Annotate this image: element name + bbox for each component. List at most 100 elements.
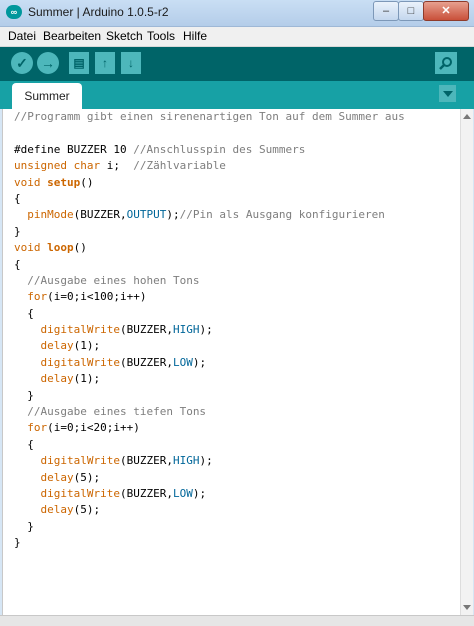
menu-sketch[interactable]: Sketch	[106, 29, 143, 43]
code-token: (1);	[73, 339, 101, 353]
code-token: delay	[40, 470, 74, 484]
code-token: );	[166, 208, 180, 222]
save-button[interactable]: ↓	[121, 52, 141, 74]
code-line: digitalWrite(BUZZER,HIGH);	[14, 453, 405, 469]
code-line: {	[14, 437, 405, 453]
code-token: (i=0;i<20;i++)	[47, 421, 140, 435]
toolbar: ✓ → ▤ ↑ ↓	[0, 47, 474, 81]
code-token: loop	[47, 241, 74, 255]
vertical-scrollbar[interactable]	[460, 109, 473, 615]
code-token: (BUZZER,	[119, 486, 173, 500]
code-line: }	[14, 388, 405, 404]
code-token: (BUZZER,	[119, 323, 173, 337]
code-token: digitalWrite	[40, 355, 120, 369]
serial-monitor-button[interactable]	[435, 52, 457, 74]
arrow-right-icon: →	[41, 55, 55, 71]
close-button[interactable]: ✕	[423, 1, 469, 21]
arduino-logo-icon: ∞	[6, 5, 22, 19]
code-line: digitalWrite(BUZZER,LOW);	[14, 355, 405, 371]
code-line: }	[14, 535, 405, 551]
menu-bearbeiten[interactable]: Bearbeiten	[43, 29, 101, 43]
code-editor[interactable]: //Programm gibt einen sirenenartigen Ton…	[2, 109, 461, 615]
code-token: (BUZZER,	[119, 355, 173, 369]
code-token: delay	[40, 372, 74, 386]
magnifier-icon	[439, 57, 452, 70]
code-token: HIGH	[172, 323, 200, 337]
code-line: {	[14, 191, 405, 207]
tab-menu-dropdown-icon[interactable]	[439, 85, 456, 102]
tab-summer[interactable]: Summer	[12, 83, 82, 109]
window-title: Summer | Arduino 1.0.5-r2	[28, 5, 169, 19]
code-token: digitalWrite	[40, 323, 120, 337]
code-token: (i=0;i<100;i++)	[47, 290, 147, 304]
code-token: LOW	[172, 486, 193, 500]
code-token: {	[14, 191, 21, 205]
code-line: digitalWrite(BUZZER,LOW);	[14, 486, 405, 502]
code-token: //Programm gibt einen sirenenartigen Ton…	[14, 110, 405, 123]
verify-button[interactable]: ✓	[11, 52, 33, 74]
code-token: {	[14, 437, 34, 451]
code-token: //Pin als Ausgang konfigurieren	[179, 208, 385, 222]
code-token: HIGH	[172, 454, 200, 468]
code-line: #define BUZZER 10 //Anschlusspin des Sum…	[14, 142, 405, 158]
code-token: for	[27, 290, 48, 304]
menu-bar: Datei Bearbeiten Sketch Tools Hilfe	[0, 27, 474, 47]
menu-hilfe[interactable]: Hilfe	[183, 29, 207, 43]
code-line: delay(1);	[14, 371, 405, 387]
maximize-button[interactable]: □	[398, 1, 424, 21]
code-token: pinMode	[27, 208, 74, 222]
scroll-down-arrow-icon[interactable]	[462, 603, 472, 613]
code-line: delay(5);	[14, 470, 405, 486]
code-token: OUTPUT	[126, 208, 167, 222]
menu-datei[interactable]: Datei	[8, 29, 36, 43]
code-token: (1);	[73, 372, 101, 386]
code-token: unsigned char	[14, 159, 101, 173]
code-line: //Ausgabe eines hohen Tons	[14, 273, 405, 289]
code-token: }	[14, 388, 34, 402]
tab-bar: Summer	[0, 81, 474, 109]
code-line: void setup()	[14, 175, 405, 191]
code-line: delay(5);	[14, 502, 405, 518]
menu-tools[interactable]: Tools	[147, 29, 175, 43]
code-token: }	[14, 519, 34, 533]
minimize-button[interactable]: –	[373, 1, 399, 21]
code-line: for(i=0;i<100;i++)	[14, 289, 405, 305]
code-token: delay	[40, 503, 74, 517]
code-token: }	[14, 536, 21, 550]
open-button[interactable]: ↑	[95, 52, 115, 74]
code-token: (5);	[73, 503, 101, 517]
code-line: {	[14, 257, 405, 273]
code-token: );	[192, 486, 207, 500]
code-token: }	[14, 224, 21, 238]
code-line: unsigned char i; //Zählvariable	[14, 158, 405, 174]
upload-button[interactable]: →	[37, 52, 59, 74]
code-line: void loop()	[14, 240, 405, 256]
code-token: void	[14, 241, 41, 255]
code-token: );	[199, 454, 213, 468]
code-line: {	[14, 306, 405, 322]
scroll-up-arrow-icon[interactable]	[462, 111, 472, 121]
code-token: ()	[73, 241, 87, 255]
code-token: #define BUZZER 10	[14, 142, 134, 156]
code-line: pinMode(BUZZER,OUTPUT);//Pin als Ausgang…	[14, 207, 405, 223]
code-token: );	[199, 323, 213, 337]
open-arrow-up-icon: ↑	[102, 56, 108, 70]
code-token: //Anschlusspin des Summers	[133, 142, 306, 156]
code-token: //Ausgabe eines hohen Tons	[27, 273, 200, 287]
new-button[interactable]: ▤	[69, 52, 89, 74]
code-token: LOW	[172, 355, 193, 369]
code-token: //Zählvariable	[133, 159, 226, 173]
code-token: setup	[47, 175, 81, 189]
code-token: (BUZZER,	[73, 208, 127, 222]
code-token: digitalWrite	[40, 486, 120, 500]
code-token: digitalWrite	[40, 454, 120, 468]
